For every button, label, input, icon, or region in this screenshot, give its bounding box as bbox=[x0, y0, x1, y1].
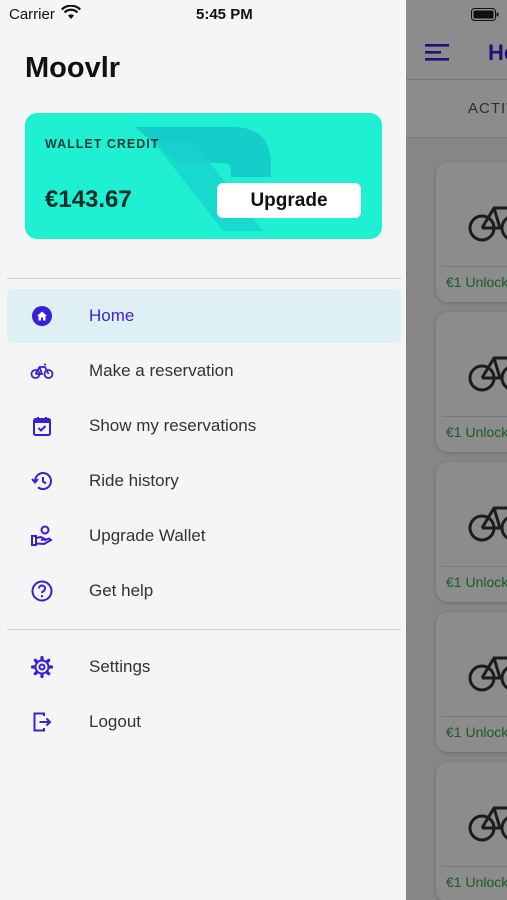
help-circle-icon bbox=[31, 580, 53, 602]
battery-icon bbox=[471, 8, 499, 21]
nav-item-label: Show my reservations bbox=[89, 416, 257, 435]
nav-item-make-reservation[interactable]: Make a reservation bbox=[7, 344, 401, 398]
wallet-decoration bbox=[135, 127, 271, 231]
nav-item-label: Settings bbox=[89, 657, 151, 676]
history-icon bbox=[31, 472, 52, 491]
nav-item-logout[interactable]: Logout bbox=[7, 695, 401, 749]
carrier-label: Carrier bbox=[9, 6, 55, 23]
divider bbox=[7, 278, 401, 279]
home-icon bbox=[32, 306, 52, 326]
upgrade-button[interactable]: Upgrade bbox=[217, 183, 361, 218]
nav-item-label: Get help bbox=[89, 581, 154, 600]
nav-item-home[interactable]: Home bbox=[7, 289, 401, 343]
nav-item-get-help[interactable]: Get help bbox=[7, 564, 401, 618]
wifi-icon bbox=[61, 5, 81, 19]
nav-item-label: Upgrade Wallet bbox=[89, 526, 206, 545]
nav-item-settings[interactable]: Settings bbox=[7, 640, 401, 694]
nav-item-upgrade-wallet[interactable]: Upgrade Wallet bbox=[7, 509, 401, 563]
nav-item-label: Ride history bbox=[89, 471, 179, 490]
app-name: Moovlr bbox=[25, 52, 121, 84]
status-bar: Carrier 5:45 PM bbox=[0, 0, 507, 30]
bike-icon bbox=[30, 363, 54, 379]
nav-item-ride-history[interactable]: Ride history bbox=[7, 454, 401, 508]
navigation-drawer: Moovlr WALLET CREDIT €143.67 Upgrade Hom… bbox=[0, 0, 406, 900]
wallet-credit-label: WALLET CREDIT bbox=[45, 137, 160, 151]
gear-icon bbox=[30, 655, 54, 679]
logout-icon bbox=[33, 712, 52, 732]
hand-coin-icon bbox=[31, 525, 53, 546]
calendar-check-icon bbox=[33, 417, 51, 436]
wallet-balance: €143.67 bbox=[45, 186, 132, 213]
nav-item-show-reservations[interactable]: Show my reservations bbox=[7, 399, 401, 453]
divider bbox=[7, 629, 401, 630]
nav-item-label: Home bbox=[89, 306, 135, 325]
nav-item-label: Logout bbox=[89, 712, 141, 731]
wallet-card: WALLET CREDIT €143.67 Upgrade bbox=[25, 113, 382, 239]
nav-item-label: Make a reservation bbox=[89, 361, 234, 380]
status-time: 5:45 PM bbox=[196, 6, 253, 23]
